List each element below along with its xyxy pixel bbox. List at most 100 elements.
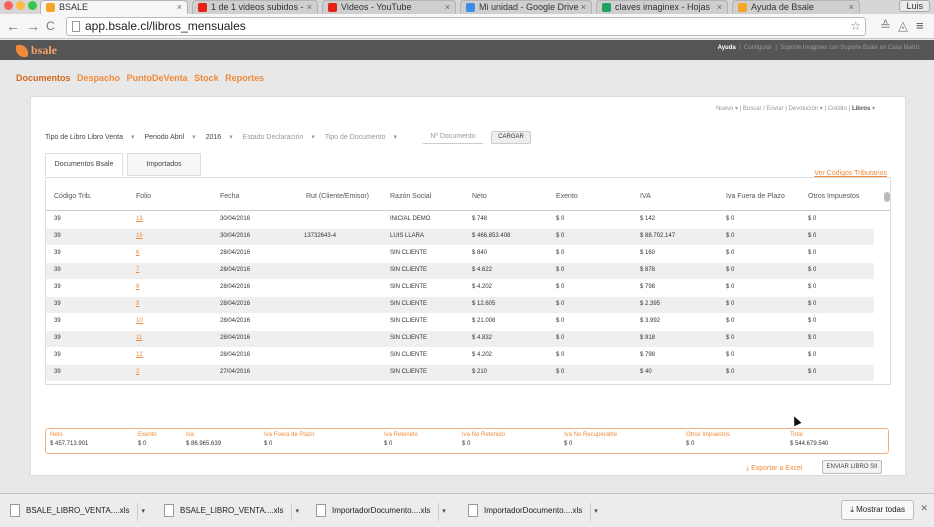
- configure-link[interactable]: Configurar: [744, 45, 772, 51]
- browser-tab-5[interactable]: claves imaginex - Hojas ×: [596, 0, 728, 14]
- tab-close-icon[interactable]: ×: [177, 1, 182, 13]
- mostrar-todas-button[interactable]: ⤓ Mostrar todas: [841, 500, 914, 520]
- zoom-window-icon[interactable]: [28, 1, 37, 10]
- main-nav: Documentos Despacho PuntoDeVenta Stock R…: [16, 73, 268, 83]
- nav-despacho[interactable]: Despacho: [77, 73, 120, 83]
- extension-drive-icon[interactable]: ◬: [898, 19, 908, 33]
- anio-select[interactable]: 2016: [206, 134, 222, 141]
- back-icon[interactable]: ←: [6, 18, 20, 34]
- table-cell: $ 798: [640, 284, 656, 290]
- subnav-devolucion[interactable]: Devolución: [788, 106, 818, 112]
- nav-puntodeventa[interactable]: PuntoDeVenta: [127, 73, 188, 83]
- forward-icon[interactable]: →: [26, 18, 40, 34]
- close-downloads-icon[interactable]: ✕: [920, 503, 928, 514]
- minimize-window-icon[interactable]: [16, 1, 25, 10]
- download-menu-icon[interactable]: ▾: [590, 503, 601, 521]
- table-row: 39 10 28/04/2016 SIN CLIENTE $ 21.008 $ 0 $ 3.…: [46, 314, 874, 330]
- table-cell: 39: [54, 250, 61, 256]
- extension-icon[interactable]: ≙: [880, 19, 891, 33]
- tipo-documento-select[interactable]: Tipo de Documento: [325, 134, 386, 141]
- browser-tab-4[interactable]: Mi unidad - Google Drive ×: [460, 0, 592, 14]
- total-value: $ 0: [138, 441, 147, 447]
- table-cell: 39: [54, 233, 61, 239]
- folio-link[interactable]: 8: [136, 284, 139, 290]
- table-cell: 28/04/2016: [220, 318, 251, 324]
- subnav-buscar[interactable]: Buscar / Enviar: [743, 106, 784, 112]
- download-item[interactable]: ImportadorDocumento....xls ▾: [462, 502, 601, 521]
- table-row: 39 7 28/04/2016 SIN CLIENTE $ 4.622 $ 0 $ 878 $…: [46, 263, 874, 279]
- favicon-icon: [738, 3, 747, 12]
- table-cell: $ 0: [556, 352, 565, 358]
- browser-tab-6[interactable]: Ayuda de Bsale ×: [732, 0, 860, 14]
- nav-reportes[interactable]: Reportes: [225, 73, 264, 83]
- bookmark-star-icon[interactable]: ☆: [850, 18, 861, 35]
- download-menu-icon[interactable]: ▾: [291, 503, 302, 521]
- subnav-credito[interactable]: Crédito: [828, 106, 847, 112]
- tab-importados[interactable]: Importados: [127, 153, 201, 176]
- enviar-libro-sii-button[interactable]: ENVIAR LIBRO SII: [822, 460, 882, 474]
- folio-link[interactable]: 11: [136, 335, 142, 341]
- download-item[interactable]: BSALE_LIBRO_VENTA....xls ▾: [4, 502, 148, 521]
- nav-stock[interactable]: Stock: [194, 73, 219, 83]
- tab-close-icon[interactable]: ×: [581, 1, 586, 13]
- download-item[interactable]: ImportadorDocumento....xls ▾: [310, 502, 449, 521]
- folio-link[interactable]: 2: [136, 369, 139, 375]
- exportar-excel-link[interactable]: ⤓ Exportar a Excel: [746, 465, 802, 473]
- bsale-logo[interactable]: bsale: [16, 43, 57, 58]
- tab-close-icon[interactable]: ×: [307, 1, 312, 13]
- table-cell: $ 0: [556, 267, 565, 273]
- table-cell: $ 0: [726, 352, 735, 358]
- favicon-icon: [466, 3, 475, 12]
- subnav-libros[interactable]: Libros: [852, 106, 870, 112]
- folio-link[interactable]: 16: [136, 233, 143, 239]
- help-link[interactable]: Ayuda: [718, 45, 736, 51]
- total-value: $ 457.713.901: [50, 441, 89, 447]
- table-cell: SIN CLIENTE: [390, 335, 428, 341]
- branch-link[interactable]: Soporte Imaginex con Soporte Bsale en Ca…: [780, 45, 920, 51]
- folio-link[interactable]: 13: [136, 216, 143, 222]
- tab-close-icon[interactable]: ×: [717, 1, 722, 13]
- folio-link[interactable]: 7: [136, 267, 139, 273]
- download-menu-icon[interactable]: ▾: [137, 503, 148, 521]
- total-value: $ 0: [462, 441, 471, 447]
- table-cell: $ 2.395: [640, 301, 661, 307]
- estado-select[interactable]: Estado Declaración: [243, 134, 304, 141]
- folio-link[interactable]: 9: [136, 301, 139, 307]
- folio-link[interactable]: 6: [136, 250, 139, 256]
- menu-icon[interactable]: ≡: [916, 19, 924, 33]
- table-scrollbar[interactable]: [884, 192, 890, 202]
- nav-documentos[interactable]: Documentos: [16, 73, 71, 83]
- address-bar[interactable]: app.bsale.cl/libros_mensuales ☆: [66, 17, 866, 36]
- tab-label: Ayuda de Bsale: [751, 2, 814, 12]
- cargar-button[interactable]: CARGAR: [491, 131, 531, 144]
- tab-label: Videos - YouTube: [341, 2, 412, 12]
- numero-documento-input[interactable]: Nº Documento: [423, 131, 483, 144]
- ver-codigos-link[interactable]: Ver Códigos Tributarios: [814, 170, 887, 177]
- folio-link[interactable]: 10: [136, 318, 143, 324]
- reload-icon[interactable]: C: [46, 18, 55, 34]
- table-cell: 27/04/2016: [220, 369, 251, 375]
- browser-tab-3[interactable]: Videos - YouTube ×: [322, 0, 456, 14]
- browser-tab-2[interactable]: 1 de 1 videos subidos - ×: [192, 0, 318, 14]
- table-cell: 39: [54, 216, 61, 222]
- tipo-libro-select[interactable]: Tipo de Libro Libro Venta: [45, 134, 123, 141]
- subnav-nuevo[interactable]: Nuevo: [716, 106, 733, 112]
- periodo-select[interactable]: Periodo Abril: [144, 134, 184, 141]
- tab-documentos-bsale[interactable]: Documentos Bsale: [45, 153, 123, 176]
- tab-close-icon[interactable]: ×: [849, 1, 854, 13]
- download-filename: BSALE_LIBRO_VENTA....xls: [180, 506, 284, 515]
- chevron-down-icon: ▾: [130, 134, 135, 141]
- close-window-icon[interactable]: [4, 1, 13, 10]
- tab-close-icon[interactable]: ×: [445, 1, 450, 13]
- download-item[interactable]: BSALE_LIBRO_VENTA....xls ▾: [158, 502, 302, 521]
- browser-tab-1[interactable]: BSALE ×: [40, 0, 188, 14]
- folio-link[interactable]: 12: [136, 352, 143, 358]
- table-cell: $ 4.202: [472, 284, 493, 290]
- col-iva-fuera-plazo: Iva Fuera de Plazo: [726, 193, 785, 200]
- download-filename: ImportadorDocumento....xls: [332, 506, 431, 515]
- download-menu-icon[interactable]: ▾: [438, 503, 449, 521]
- chevron-down-icon: ▾: [192, 134, 196, 141]
- table-cell: 30/04/2016: [220, 216, 251, 222]
- table-header: Código Trib. Folio Fecha Rut (Cliente/Em…: [46, 178, 890, 211]
- profile-button[interactable]: Luis: [899, 0, 930, 12]
